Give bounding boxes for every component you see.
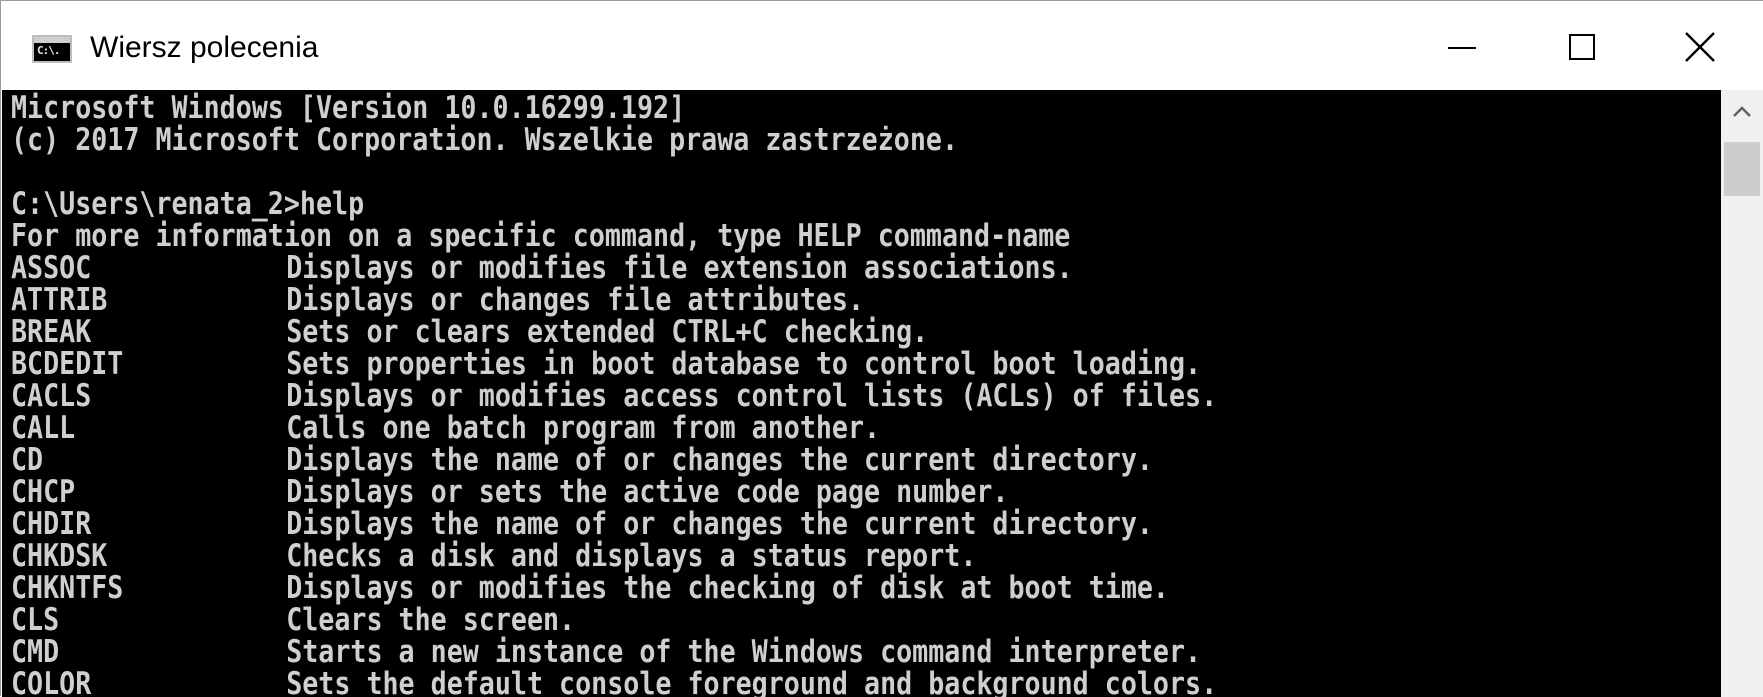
- help-command-row: CMD Starts a new instance of the Windows …: [11, 636, 1217, 668]
- command-name: CALL: [11, 410, 76, 446]
- command-description: Displays or changes file attributes.: [286, 282, 865, 318]
- command-name: BREAK: [11, 314, 92, 350]
- command-description: Calls one batch program from another.: [286, 410, 881, 446]
- help-command-row: CHCP Displays or sets the active code pag…: [11, 476, 1217, 508]
- console-line-blank: [11, 156, 1217, 188]
- command-description: Sets or clears extended CTRL+C checking.: [286, 314, 929, 350]
- close-icon: [1685, 32, 1715, 62]
- command-name: BCDEDIT: [11, 346, 124, 382]
- maximize-button[interactable]: [1524, 1, 1648, 90]
- help-command-row: ATTRIB Displays or changes file attribute…: [11, 284, 1217, 316]
- window-title: Wiersz polecenia: [90, 31, 319, 64]
- command-description: Displays the name of or changes the curr…: [286, 442, 1153, 478]
- app-icon-text: C:\.: [37, 44, 60, 57]
- command-description: Clears the screen.: [286, 602, 576, 638]
- command-description: Displays or modifies the checking of dis…: [286, 570, 1169, 606]
- cmd-app-icon[interactable]: C:\.: [32, 35, 72, 63]
- command-description: Displays or modifies file extension asso…: [286, 250, 1073, 286]
- maximize-icon: [1569, 34, 1595, 60]
- app-icon-titlebar: [34, 37, 70, 43]
- command-name: CLS: [11, 602, 60, 638]
- scroll-thumb[interactable]: [1724, 142, 1760, 196]
- console-line-help-intro: For more information on a specific comma…: [11, 218, 1071, 254]
- help-command-row: BREAK Sets or clears extended CTRL+C chec…: [11, 316, 1217, 348]
- command-name: ASSOC: [11, 250, 92, 286]
- help-command-row: CALL Calls one batch program from another…: [11, 412, 1217, 444]
- help-command-row: CHKDSK Checks a disk and displays a statu…: [11, 540, 1217, 572]
- scroll-up-arrow-icon: [1733, 106, 1751, 117]
- console-line-copyright: (c) 2017 Microsoft Corporation. Wszelkie…: [11, 122, 958, 158]
- command-name: CD: [11, 442, 44, 478]
- command-description: Displays the name of or changes the curr…: [286, 506, 1153, 542]
- command-name: CHCP: [11, 474, 76, 510]
- console-output[interactable]: Microsoft Windows [Version 10.0.16299.19…: [2, 90, 1721, 697]
- minimize-button[interactable]: [1400, 1, 1524, 90]
- command-description: Checks a disk and displays a status repo…: [286, 538, 977, 574]
- command-name: CHDIR: [11, 506, 92, 542]
- help-command-row: CHDIR Displays the name of or changes the…: [11, 508, 1217, 540]
- command-name: COLOR: [11, 666, 92, 697]
- command-name: CHKDSK: [11, 538, 108, 574]
- command-name: CACLS: [11, 378, 92, 414]
- title-bar[interactable]: C:\. Wiersz polecenia: [1, 1, 1763, 90]
- minimize-icon: [1448, 47, 1476, 49]
- console-line-prompt: C:\Users\renata_2>help: [11, 186, 365, 222]
- close-button[interactable]: [1641, 1, 1763, 90]
- console-lines: Microsoft Windows [Version 10.0.16299.19…: [11, 92, 1414, 697]
- command-prompt-window: C:\. Wiersz polecenia Microsoft Windows …: [0, 0, 1763, 697]
- command-description: Sets the default console foreground and …: [286, 666, 1218, 697]
- command-description: Displays or sets the active code page nu…: [286, 474, 1009, 510]
- command-name: ATTRIB: [11, 282, 108, 318]
- console-line-version: Microsoft Windows [Version 10.0.16299.19…: [11, 90, 686, 126]
- command-name: CHKNTFS: [11, 570, 124, 606]
- help-command-row: CD Displays the name of or changes the cu…: [11, 444, 1217, 476]
- help-command-row: CACLS Displays or modifies access control…: [11, 380, 1217, 412]
- scroll-up-button[interactable]: [1721, 90, 1763, 134]
- command-description: Starts a new instance of the Windows com…: [286, 634, 1202, 670]
- vertical-scrollbar[interactable]: [1721, 90, 1763, 697]
- command-description: Displays or modifies access control list…: [286, 378, 1218, 414]
- help-command-row: CHKNTFS Displays or modifies the checking…: [11, 572, 1217, 604]
- help-command-row: BCDEDIT Sets properties in boot database …: [11, 348, 1217, 380]
- command-description: Sets properties in boot database to cont…: [286, 346, 1202, 382]
- help-command-row: COLOR Sets the default console foreground…: [11, 668, 1217, 697]
- command-name: CMD: [11, 634, 60, 670]
- help-command-row: ASSOC Displays or modifies file extension…: [11, 252, 1217, 284]
- help-command-row: CLS Clears the screen.: [11, 604, 1217, 636]
